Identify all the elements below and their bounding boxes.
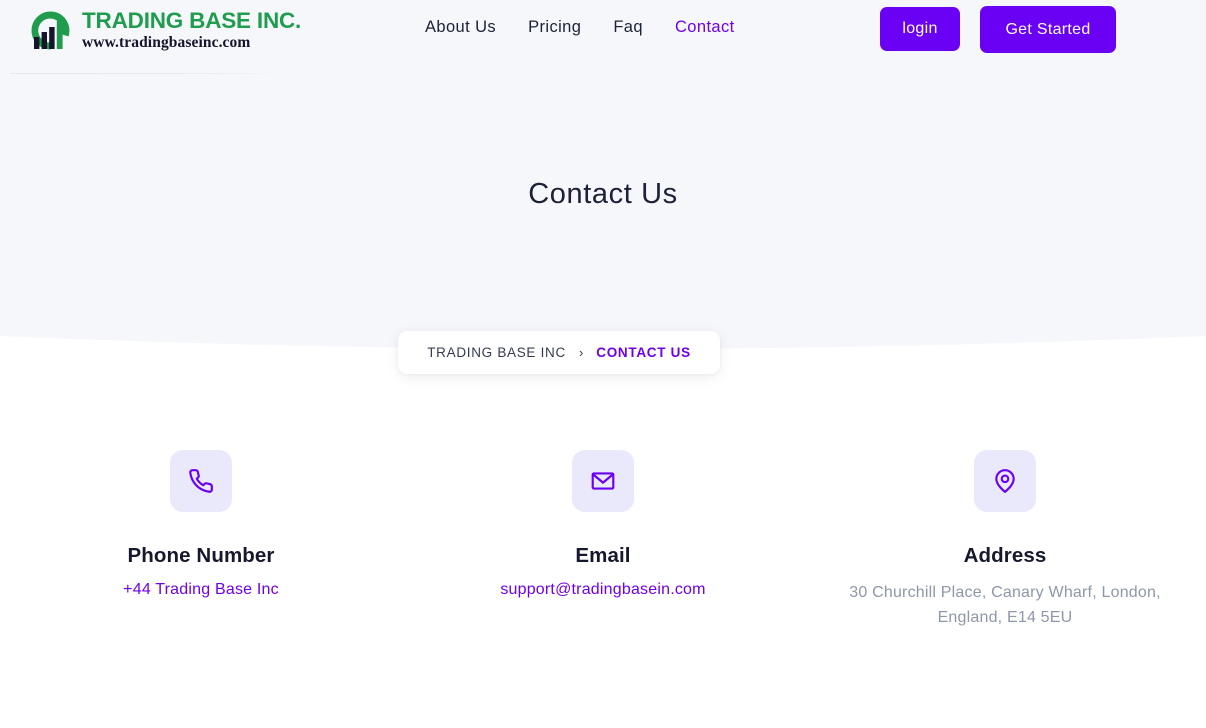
nav-item-faq[interactable]: Faq xyxy=(597,18,659,37)
nav-item-pricing[interactable]: Pricing xyxy=(512,18,597,37)
header-divider xyxy=(10,73,290,74)
contact-title: Email xyxy=(575,544,631,567)
login-button[interactable]: login xyxy=(880,7,960,51)
nav-item-contact[interactable]: Contact xyxy=(659,18,751,37)
logo-title: TRADING BASE INC. xyxy=(82,8,302,33)
location-pin-icon xyxy=(992,468,1018,494)
site-header: TRADING BASE INC. www.tradingbaseinc.com… xyxy=(0,0,1206,60)
breadcrumb: TRADING BASE INC › CONTACT US xyxy=(398,331,720,374)
page-title: Contact Us xyxy=(528,178,678,210)
contact-value-email[interactable]: support@tradingbasein.com xyxy=(500,581,705,599)
contact-value-phone[interactable]: +44 Trading Base Inc xyxy=(123,581,279,599)
main-nav: About Us Pricing Faq Contact xyxy=(409,18,751,37)
contact-value-address: 30 Churchill Place, Canary Wharf, London… xyxy=(849,584,1161,626)
phone-icon xyxy=(188,468,214,494)
breadcrumb-current: CONTACT US xyxy=(596,345,691,360)
chevron-right-icon: › xyxy=(578,345,584,360)
nav-item-about-us[interactable]: About Us xyxy=(409,18,512,37)
logo[interactable]: TRADING BASE INC. www.tradingbaseinc.com xyxy=(24,5,301,55)
contact-title: Phone Number xyxy=(127,544,275,567)
get-started-button[interactable]: Get Started xyxy=(980,6,1116,53)
bar-chart-circle-icon xyxy=(24,6,76,54)
location-pin-icon-tile xyxy=(974,450,1036,512)
breadcrumb-root[interactable]: TRADING BASE INC xyxy=(427,345,566,360)
contact-card-phone: Phone Number +44 Trading Base Inc xyxy=(0,450,402,631)
mail-icon-tile xyxy=(572,450,634,512)
contact-title: Address xyxy=(963,544,1047,567)
contact-info-section: Phone Number +44 Trading Base Inc Email … xyxy=(0,450,1206,631)
phone-icon-tile xyxy=(170,450,232,512)
contact-card-email: Email support@tradingbasein.com xyxy=(402,450,804,631)
contact-card-address: Address 30 Churchill Place, Canary Wharf… xyxy=(804,450,1206,631)
contact-page: TRADING BASE INC. www.tradingbaseinc.com… xyxy=(0,0,1206,728)
mail-icon xyxy=(590,468,616,494)
logo-subtitle: www.tradingbaseinc.com xyxy=(82,33,251,51)
